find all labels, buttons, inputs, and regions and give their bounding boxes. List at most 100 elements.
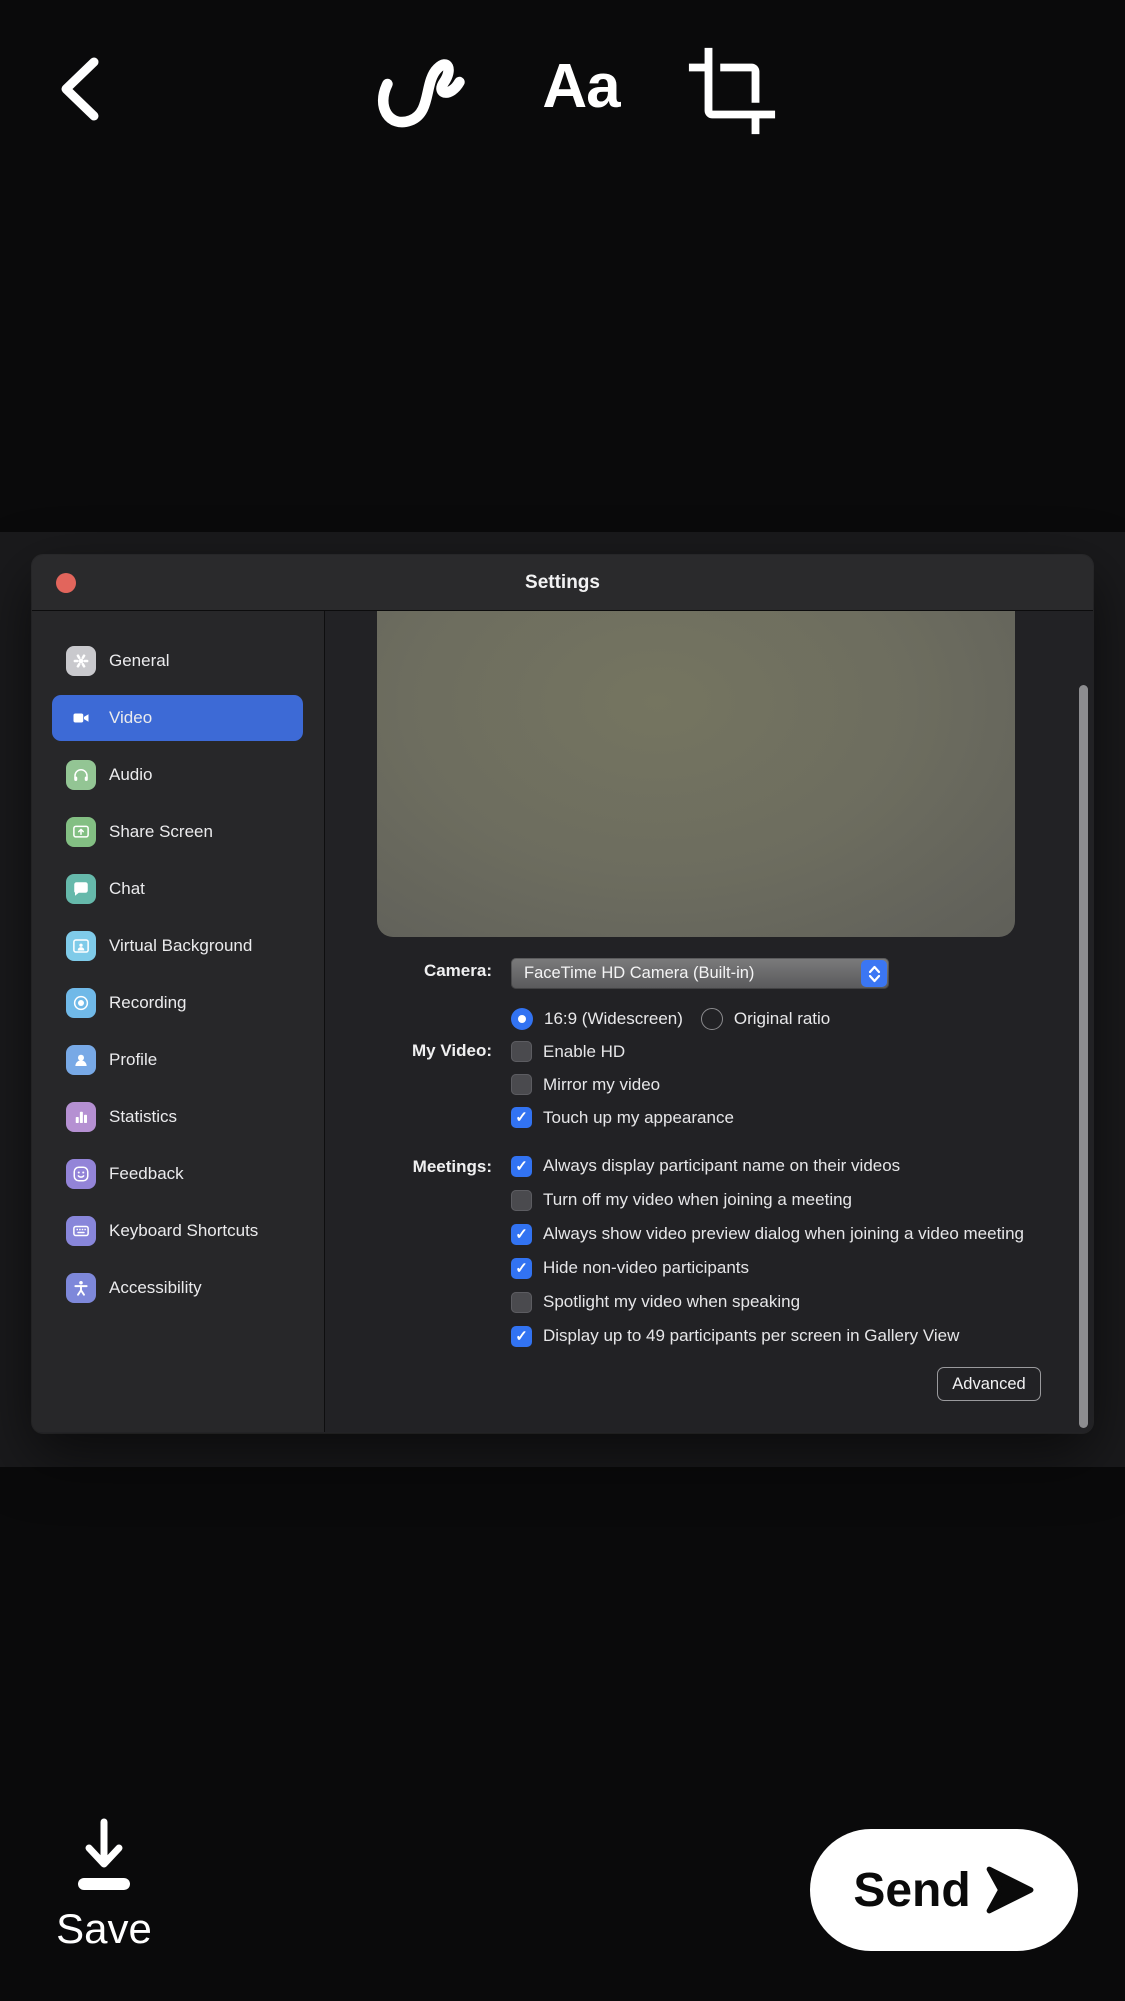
checkbox-row-spotlight-my-video-when-speaking[interactable]: Spotlight my video when speaking — [511, 1285, 1024, 1319]
checkbox-checked-icon[interactable]: ✓ — [511, 1223, 532, 1245]
sidebar-item-statistics[interactable]: Statistics — [52, 1094, 303, 1140]
text-tool-button[interactable]: Aa — [531, 42, 631, 132]
checkbox-row-always-display-participant-name-on-their-videos[interactable]: ✓ Always display participant name on thei… — [511, 1149, 1024, 1183]
checkbox-row-touch-up-my-appearance[interactable]: ✓ Touch up my appearance — [511, 1101, 734, 1134]
save-label: Save — [56, 1905, 152, 1952]
share-screen-icon — [66, 817, 96, 847]
keyboard-icon — [66, 1216, 96, 1246]
window-titlebar: Settings — [32, 555, 1093, 611]
sidebar-item-label: Feedback — [109, 1164, 184, 1183]
person-icon — [66, 1045, 96, 1075]
checkbox-unchecked-icon[interactable] — [511, 1041, 532, 1062]
back-button[interactable] — [54, 56, 104, 122]
checkbox-row-turn-off-my-video-when-joining-a-meeting[interactable]: Turn off my video when joining a meeting — [511, 1183, 1024, 1217]
video-camera-icon — [66, 703, 96, 733]
sidebar-item-label: Audio — [109, 765, 153, 784]
sidebar-item-label: Virtual Background — [109, 936, 253, 955]
advanced-button[interactable]: Advanced — [937, 1367, 1041, 1401]
video-settings-panel: Camera: FaceTime HD Camera (Built-in) 16… — [325, 611, 1093, 1432]
crop-icon — [688, 47, 776, 135]
window-title: Settings — [525, 572, 600, 593]
sidebar-item-share-screen[interactable]: Share Screen — [52, 809, 303, 855]
checkbox-row-hide-non-video-participants[interactable]: ✓ Hide non-video participants — [511, 1251, 1024, 1285]
text-tool-label: Aa — [542, 52, 620, 121]
settings-window: Settings General Video Audio Share Screen Ch… — [32, 555, 1093, 1433]
settings-sidebar: General Video Audio Share Screen Chat Virtual… — [32, 611, 325, 1432]
stepper-arrows-icon — [861, 960, 887, 987]
smiley-icon — [66, 1159, 96, 1189]
checkbox-checked-icon[interactable]: ✓ — [511, 1107, 532, 1128]
draw-tool-button[interactable] — [374, 36, 470, 140]
sidebar-item-label: Share Screen — [109, 822, 213, 841]
download-icon — [78, 1818, 130, 1890]
send-label: Send — [853, 1863, 971, 1917]
sidebar-item-label: Recording — [109, 993, 187, 1012]
checkbox-unchecked-icon[interactable] — [511, 1074, 532, 1095]
checkbox-label: Display up to 49 participants per screen… — [543, 1326, 960, 1345]
sidebar-item-general[interactable]: General — [52, 638, 303, 684]
camera-preview — [377, 611, 1015, 937]
send-button[interactable]: Send — [810, 1829, 1078, 1951]
send-arrow-icon — [986, 1866, 1034, 1914]
sidebar-item-accessibility[interactable]: Accessibility — [52, 1265, 303, 1311]
sidebar-item-feedback[interactable]: Feedback — [52, 1151, 303, 1197]
checkbox-label: Mirror my video — [543, 1074, 661, 1094]
checkbox-unchecked-icon[interactable] — [511, 1291, 532, 1313]
checkbox-row-enable-hd[interactable]: Enable HD — [511, 1035, 734, 1068]
markup-editor: Aa Settings General Video Audio Share Scree… — [0, 0, 1125, 2001]
sidebar-item-chat[interactable]: Chat — [52, 866, 303, 912]
checkbox-checked-icon[interactable]: ✓ — [511, 1155, 532, 1177]
radio-label: Original ratio — [733, 1009, 831, 1028]
meetings-label: Meetings: — [412, 1157, 492, 1176]
gear-icon — [66, 646, 96, 676]
scrollbar-thumb[interactable] — [1079, 685, 1088, 1428]
my-video-options: Enable HD Mirror my video ✓ Touch up my app… — [511, 1035, 734, 1134]
virtual-background-icon — [66, 931, 96, 961]
sidebar-item-virtual-background[interactable]: Virtual Background — [52, 923, 303, 969]
crop-tool-button[interactable] — [685, 44, 779, 138]
meetings-options: ✓ Always display participant name on thei… — [511, 1149, 1024, 1353]
checkbox-label: Enable HD — [543, 1041, 626, 1061]
record-icon — [66, 988, 96, 1018]
checkbox-row-display-up-to-49-participants-per-screen-in-gallery-view[interactable]: ✓ Display up to 49 participants per scree… — [511, 1319, 1024, 1353]
checkbox-label: Hide non-video participants — [543, 1258, 750, 1277]
headphones-icon — [66, 760, 96, 790]
checkbox-label: Turn off my video when joining a meeting — [543, 1190, 853, 1209]
sidebar-item-video[interactable]: Video — [52, 695, 303, 741]
checkbox-unchecked-icon[interactable] — [511, 1189, 532, 1211]
checkbox-checked-icon[interactable]: ✓ — [511, 1257, 532, 1279]
checkbox-label: Always display participant name on their… — [543, 1156, 901, 1175]
scribble-icon — [377, 59, 465, 128]
sidebar-item-recording[interactable]: Recording — [52, 980, 303, 1026]
sidebar-item-label: General — [109, 651, 170, 670]
bar-chart-icon — [66, 1102, 96, 1132]
sidebar-item-audio[interactable]: Audio — [52, 752, 303, 798]
camera-label: Camera: — [423, 961, 492, 980]
sidebar-item-label: Accessibility — [109, 1278, 202, 1297]
chat-bubble-icon — [66, 874, 96, 904]
save-button[interactable]: Save — [38, 1816, 170, 1953]
camera-select[interactable]: FaceTime HD Camera (Built-in) — [511, 958, 889, 989]
chevron-left-icon — [61, 57, 99, 121]
sidebar-item-label: Keyboard Shortcuts — [109, 1221, 259, 1240]
sidebar-item-label: Video — [109, 708, 153, 727]
radio-16-9-widescreen-[interactable] — [511, 1008, 533, 1030]
checkbox-label: Spotlight my video when speaking — [543, 1292, 801, 1311]
editor-toolbar: Aa — [0, 0, 1125, 160]
sidebar-item-label: Statistics — [109, 1107, 178, 1126]
sidebar-item-profile[interactable]: Profile — [52, 1037, 303, 1083]
checkbox-row-always-show-video-preview-dialog-when-joining-a-video-meeting[interactable]: ✓ Always show video preview dialog when j… — [511, 1217, 1024, 1251]
camera-select-value: FaceTime HD Camera (Built-in) — [524, 964, 755, 982]
radio-label: 16:9 (Widescreen) — [544, 1009, 683, 1028]
sidebar-item-label: Profile — [109, 1050, 158, 1069]
screenshot-canvas: Settings General Video Audio Share Screen Ch… — [0, 532, 1125, 1467]
checkbox-checked-icon[interactable]: ✓ — [511, 1325, 532, 1347]
checkbox-label: Touch up my appearance — [543, 1107, 734, 1127]
accessibility-icon — [66, 1273, 96, 1303]
my-video-label: My Video: — [412, 1041, 492, 1060]
checkbox-row-mirror-my-video[interactable]: Mirror my video — [511, 1068, 734, 1101]
sidebar-item-label: Chat — [109, 879, 145, 898]
sidebar-item-keyboard-shortcuts[interactable]: Keyboard Shortcuts — [52, 1208, 303, 1254]
radio-original-ratio[interactable] — [700, 1008, 723, 1030]
aspect-ratio-radios: 16:9 (Widescreen) Original ratio — [511, 1007, 848, 1031]
